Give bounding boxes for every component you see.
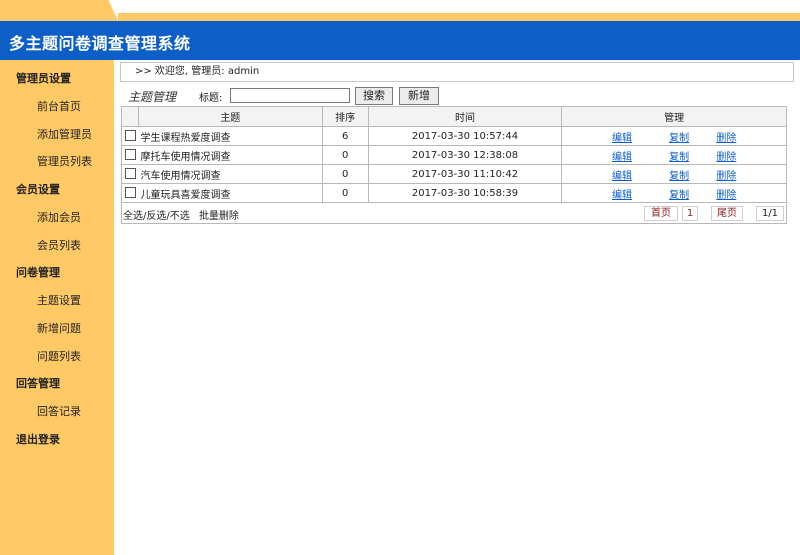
sidebar-group-admin[interactable]: 管理员设置 bbox=[16, 70, 71, 86]
top-strip bbox=[0, 0, 800, 21]
app-header: 多主题问卷调查管理系统 bbox=[0, 21, 800, 60]
row-checkbox-cell bbox=[121, 145, 139, 165]
sidebar-group-members[interactable]: 会员设置 bbox=[16, 181, 60, 197]
select-ops-link[interactable]: 全选/反选/不选 bbox=[123, 211, 190, 222]
pager-first[interactable]: 首页 bbox=[644, 206, 678, 221]
row-topic: 儿童玩具喜爱度调查 bbox=[138, 183, 323, 203]
copy-link[interactable]: 复制 bbox=[669, 190, 689, 201]
sidebar-item-question-list[interactable]: 问题列表 bbox=[37, 348, 81, 364]
table-row: 儿童玩具喜爱度调查 0 2017-03-30 10:58:39 编辑 复制 删除 bbox=[121, 183, 787, 203]
row-checkbox[interactable] bbox=[124, 168, 136, 180]
app-title: 多主题问卷调查管理系统 bbox=[9, 34, 191, 53]
row-topic: 学生课程热爱度调查 bbox=[138, 126, 323, 146]
row-topic: 摩托车使用情况调查 bbox=[138, 145, 323, 165]
toolbar: 主题管理 标题: 搜索 新增 bbox=[122, 87, 782, 105]
title-label: 标题: bbox=[199, 93, 223, 104]
row-checkbox[interactable] bbox=[124, 187, 136, 199]
row-topic: 汽车使用情况调查 bbox=[138, 164, 323, 184]
search-button[interactable]: 搜索 bbox=[355, 87, 393, 105]
delete-link[interactable]: 删除 bbox=[716, 171, 736, 182]
row-checkbox-cell bbox=[121, 183, 139, 203]
delete-link[interactable]: 删除 bbox=[716, 152, 736, 163]
row-time: 2017-03-30 12:38:08 bbox=[367, 145, 563, 165]
table-header-row: 主题 排序 时间 管理 bbox=[121, 106, 787, 127]
copy-link[interactable]: 复制 bbox=[669, 171, 689, 182]
pager-info: 1/1 bbox=[756, 206, 784, 221]
pager-last[interactable]: 尾页 bbox=[711, 206, 743, 221]
row-checkbox-cell bbox=[121, 164, 139, 184]
sidebar-item-add-member[interactable]: 添加会员 bbox=[37, 209, 81, 225]
header-checkbox-cell bbox=[121, 106, 139, 127]
section-title: 主题管理 bbox=[128, 90, 177, 104]
sidebar-item-new-question[interactable]: 新增问题 bbox=[37, 320, 81, 336]
table-footer: 全选/反选/不选 批量删除 首页 1 尾页 1/1 bbox=[121, 204, 787, 224]
row-time: 2017-03-30 10:58:39 bbox=[367, 183, 563, 203]
edit-link[interactable]: 编辑 bbox=[612, 190, 632, 201]
sidebar-item-home[interactable]: 前台首页 bbox=[37, 98, 81, 114]
row-actions: 编辑 复制 删除 bbox=[561, 183, 787, 203]
copy-link[interactable]: 复制 bbox=[669, 152, 689, 163]
row-order: 6 bbox=[321, 126, 369, 146]
sidebar-item-admin-list[interactable]: 管理员列表 bbox=[37, 153, 92, 169]
table-row: 学生课程热爱度调查 6 2017-03-30 10:57:44 编辑 复制 删除 bbox=[121, 126, 787, 146]
selection-ops: 全选/反选/不选 批量删除 bbox=[123, 207, 239, 222]
sidebar-item-add-admin[interactable]: 添加管理员 bbox=[37, 126, 92, 142]
copy-link[interactable]: 复制 bbox=[669, 133, 689, 144]
delete-link[interactable]: 删除 bbox=[716, 190, 736, 201]
sidebar-group-survey[interactable]: 问卷管理 bbox=[16, 264, 60, 280]
new-button[interactable]: 新增 bbox=[399, 87, 439, 105]
sidebar: 管理员设置 前台首页 添加管理员 管理员列表 会员设置 添加会员 会员列表 问卷… bbox=[0, 60, 114, 555]
top-tab-decoration bbox=[0, 0, 118, 21]
row-checkbox[interactable] bbox=[124, 130, 136, 142]
sidebar-item-logout[interactable]: 退出登录 bbox=[16, 431, 60, 447]
table-row: 摩托车使用情况调查 0 2017-03-30 12:38:08 编辑 复制 删除 bbox=[121, 145, 787, 165]
edit-link[interactable]: 编辑 bbox=[612, 171, 632, 182]
header-time: 时间 bbox=[367, 106, 563, 127]
edit-link[interactable]: 编辑 bbox=[612, 133, 632, 144]
row-time: 2017-03-30 11:10:42 bbox=[367, 164, 563, 184]
row-order: 0 bbox=[321, 164, 369, 184]
table-row: 汽车使用情况调查 0 2017-03-30 11:10:42 编辑 复制 删除 bbox=[121, 164, 787, 184]
row-time: 2017-03-30 10:57:44 bbox=[367, 126, 563, 146]
sidebar-item-topic-settings[interactable]: 主题设置 bbox=[37, 292, 81, 308]
row-checkbox[interactable] bbox=[124, 149, 136, 161]
row-actions: 编辑 复制 删除 bbox=[561, 145, 787, 165]
sidebar-item-member-list[interactable]: 会员列表 bbox=[37, 237, 81, 253]
sidebar-item-answer-records[interactable]: 回答记录 bbox=[37, 403, 81, 419]
row-order: 0 bbox=[321, 183, 369, 203]
welcome-bar: >> 欢迎您, 管理员: admin bbox=[120, 62, 794, 82]
row-order: 0 bbox=[321, 145, 369, 165]
topic-table: 主题 排序 时间 管理 学生课程热爱度调查 6 2017-03-30 10:57… bbox=[121, 106, 787, 203]
edit-link[interactable]: 编辑 bbox=[612, 152, 632, 163]
row-actions: 编辑 复制 删除 bbox=[561, 164, 787, 184]
top-line-decoration bbox=[118, 13, 800, 21]
batch-delete-link[interactable]: 批量删除 bbox=[199, 211, 239, 222]
header-topic: 主题 bbox=[137, 106, 323, 127]
header-manage: 管理 bbox=[561, 106, 787, 127]
sidebar-group-answers[interactable]: 回答管理 bbox=[16, 375, 60, 391]
row-actions: 编辑 复制 删除 bbox=[561, 126, 787, 146]
pager-page-1[interactable]: 1 bbox=[682, 206, 698, 221]
header-order: 排序 bbox=[321, 106, 369, 127]
row-checkbox-cell bbox=[121, 126, 139, 146]
delete-link[interactable]: 删除 bbox=[716, 133, 736, 144]
title-search-input[interactable] bbox=[230, 88, 350, 103]
